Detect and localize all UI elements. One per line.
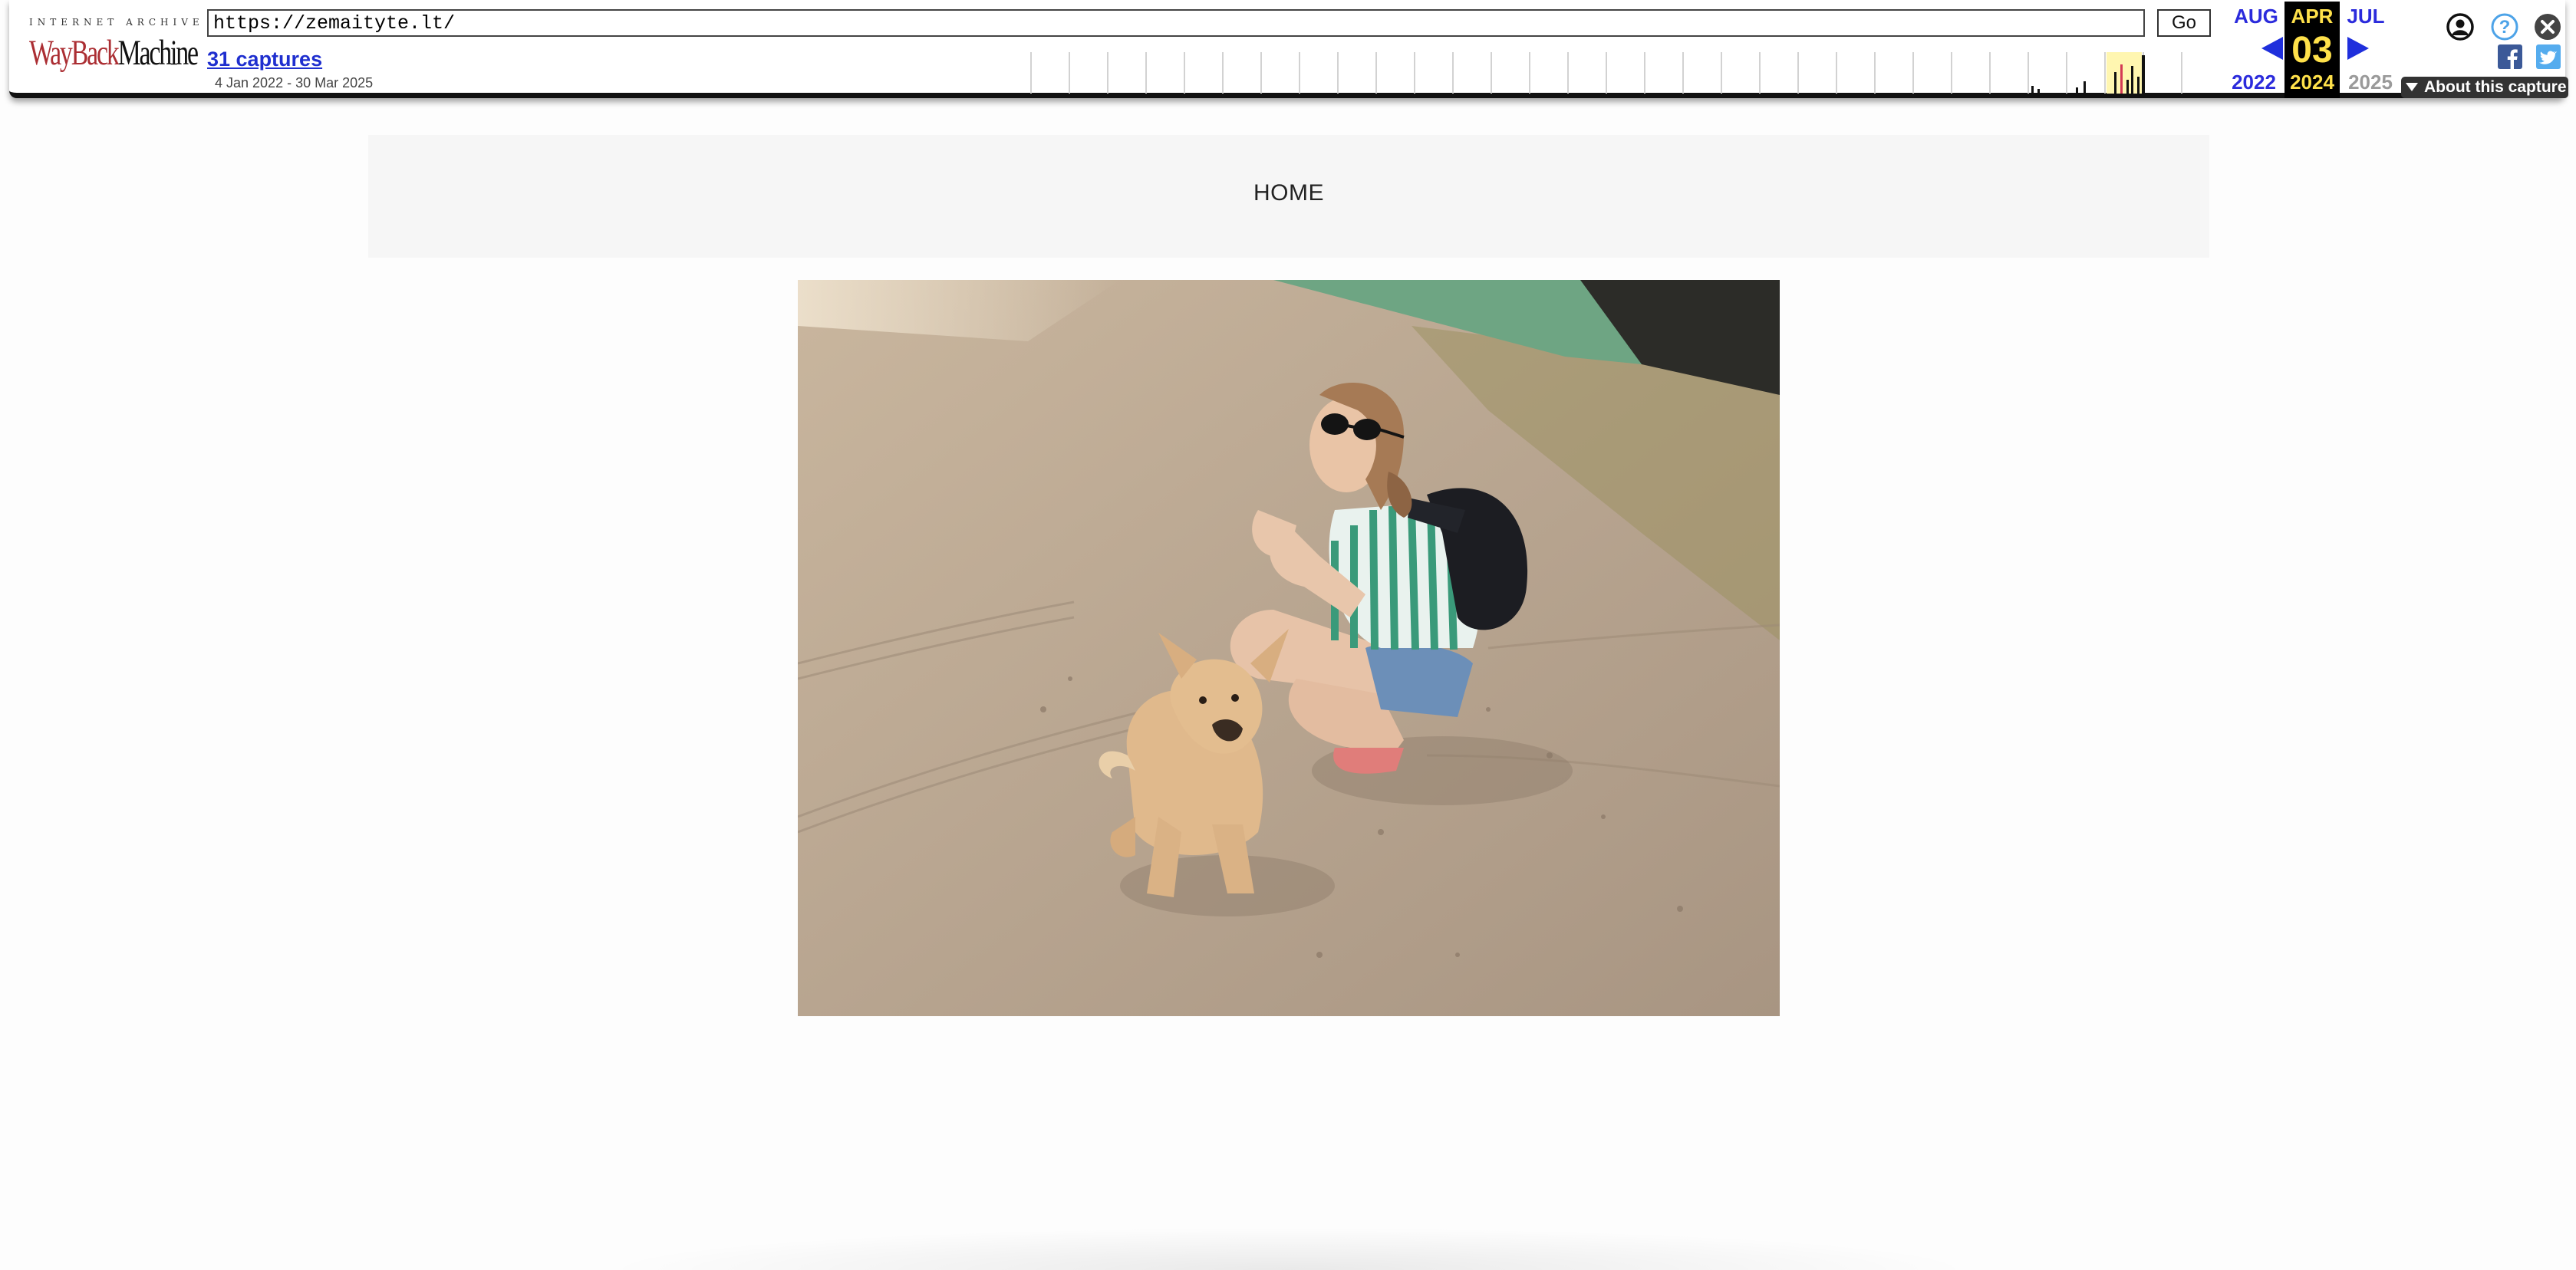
current-year: 2024 <box>2290 71 2334 94</box>
page-bottom-shadow <box>598 1227 1979 1270</box>
close-icon[interactable] <box>2533 12 2562 41</box>
account-icon[interactable] <box>2446 12 2475 41</box>
next-month-link[interactable]: JUL <box>2341 5 2390 28</box>
go-button[interactable]: Go <box>2157 9 2211 37</box>
prev-month-link[interactable]: AUG <box>2229 5 2283 28</box>
url-input[interactable] <box>207 9 2145 37</box>
next-capture-arrow-icon[interactable] <box>2347 37 2369 60</box>
wayback-logo[interactable]: INTERNET ARCHIVE WayBackMachine <box>29 17 204 81</box>
hero-photo-illustration <box>798 280 1780 1016</box>
hero-photo <box>798 280 1780 1016</box>
facebook-icon[interactable] <box>2498 44 2522 69</box>
next-year-label: 2025 <box>2348 71 2393 94</box>
capture-date-range: 4 Jan 2022 - 30 Mar 2025 <box>215 75 374 90</box>
svg-text:?: ? <box>2499 17 2511 38</box>
twitter-icon[interactable] <box>2536 44 2561 69</box>
wayback-toolbar: INTERNET ARCHIVE WayBackMachine Go 31 ca… <box>9 0 2568 98</box>
capture-sparkline[interactable] <box>1022 51 2219 95</box>
nav-home-link[interactable]: HOME <box>368 180 2209 206</box>
prev-capture-arrow-icon[interactable] <box>2261 37 2283 60</box>
captures-link[interactable]: 31 captures <box>207 48 322 71</box>
prev-year-link[interactable]: 2022 <box>2223 71 2284 94</box>
logo-internet-archive: INTERNET ARCHIVE <box>29 17 204 28</box>
about-capture-label: About this capture <box>2424 78 2567 96</box>
site-nav-bar: HOME <box>368 135 2209 258</box>
about-capture-button[interactable]: About this capture <box>2401 77 2568 98</box>
current-day: 03 <box>2291 30 2333 71</box>
caret-down-icon <box>2406 83 2418 91</box>
help-icon[interactable]: ? <box>2490 12 2519 41</box>
logo-wayback-machine: WayBackMachine <box>29 33 199 73</box>
current-month: APR <box>2291 5 2334 28</box>
